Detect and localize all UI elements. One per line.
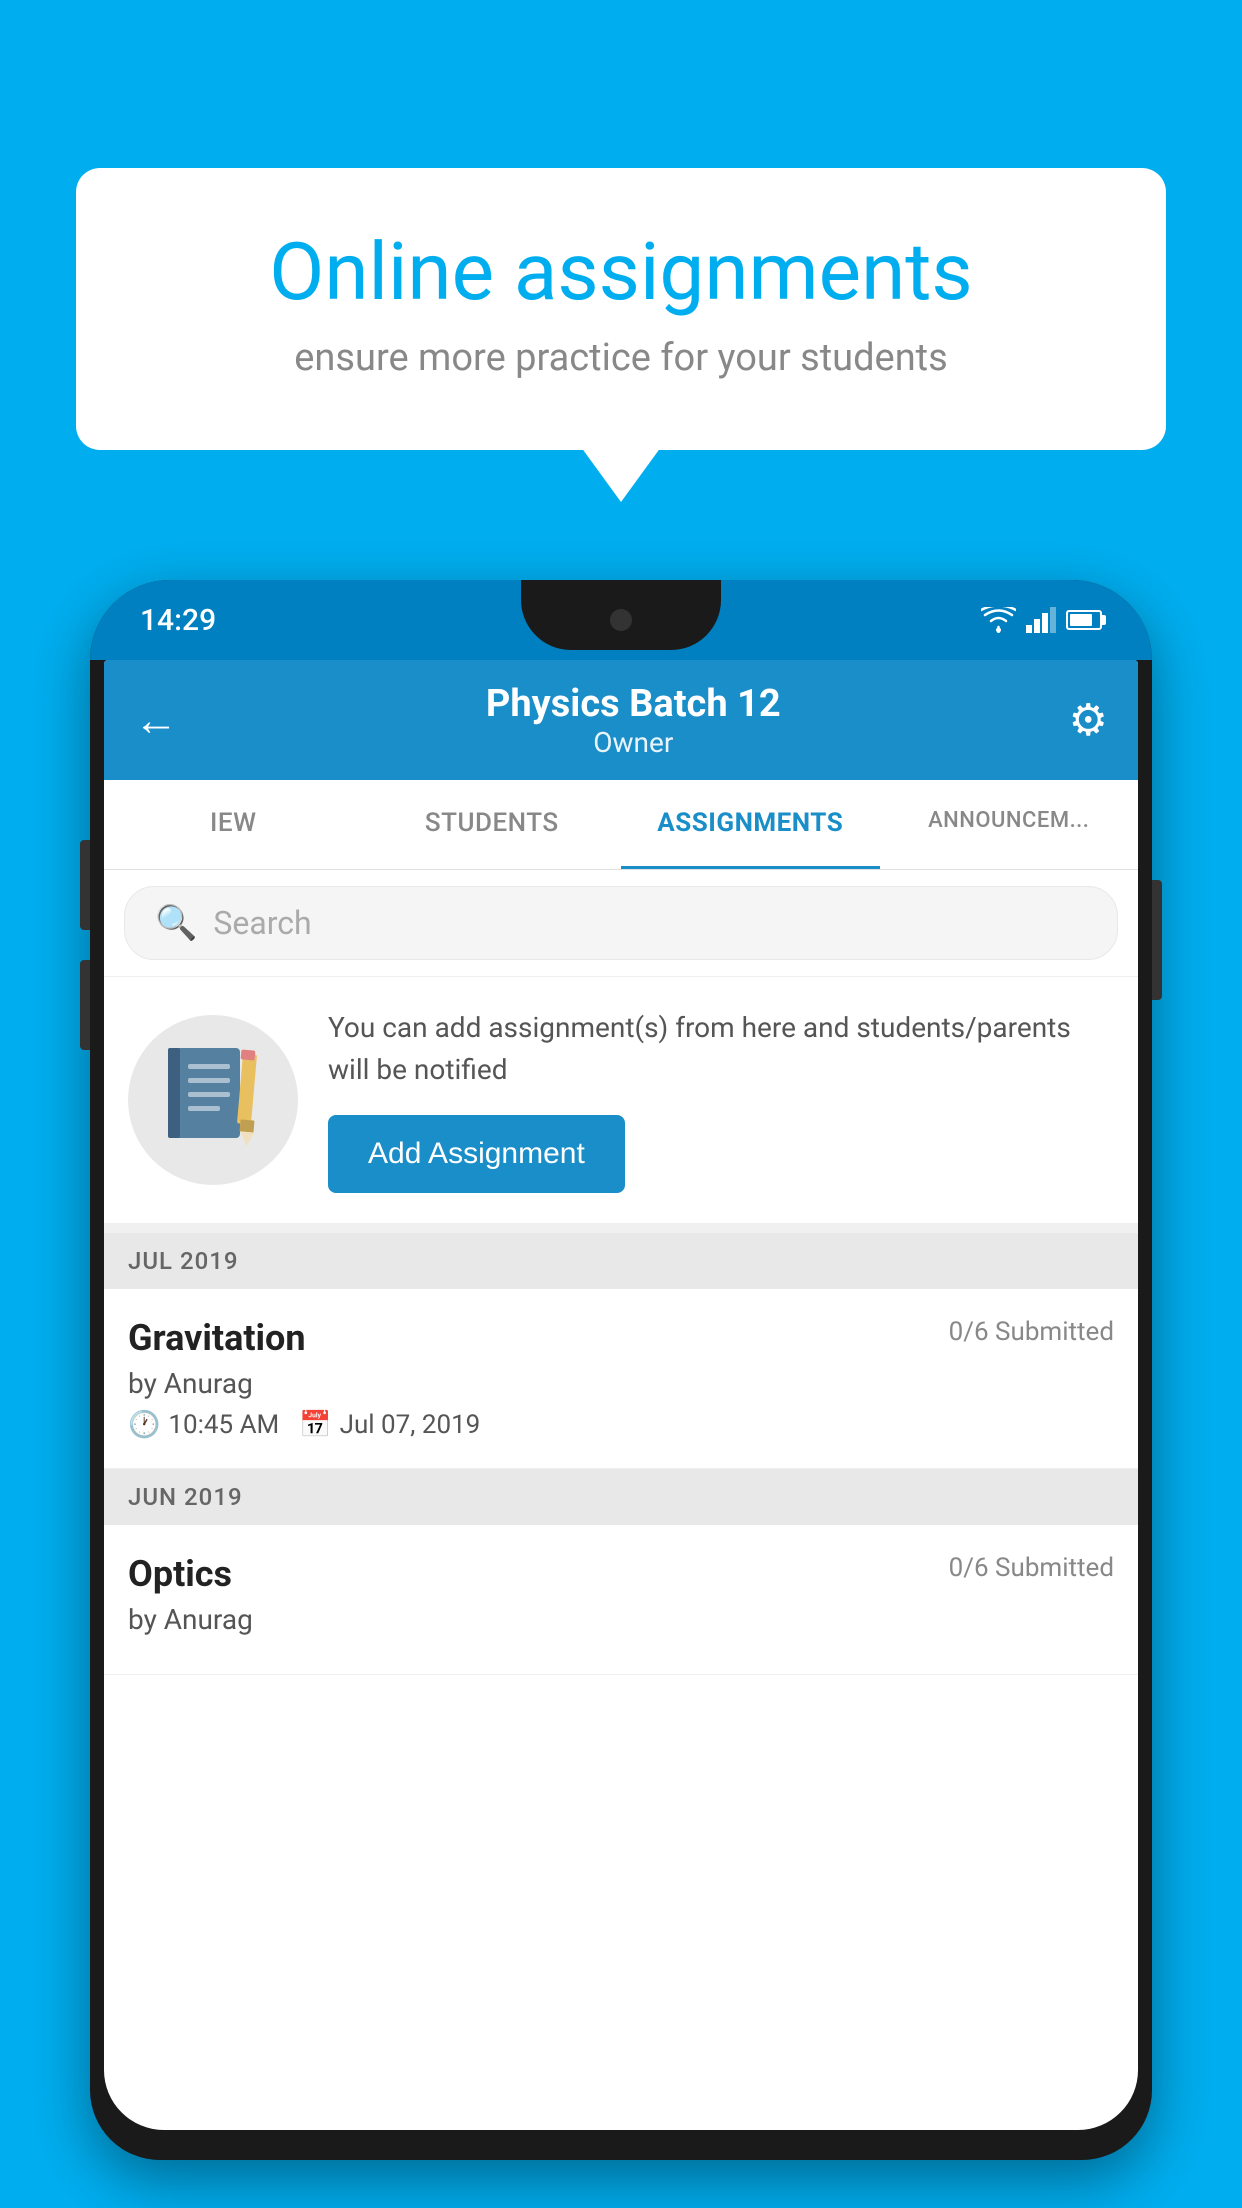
phone-notch [521, 580, 721, 650]
speech-bubble-container: Online assignments ensure more practice … [76, 168, 1166, 450]
app-header: ← Physics Batch 12 Owner ⚙ [104, 660, 1138, 780]
bubble-subtitle: ensure more practice for your students [146, 336, 1096, 380]
search-placeholder: Search [213, 904, 311, 942]
assignment-meta-gravitation: 🕐 10:45 AM 📅 Jul 07, 2019 [128, 1410, 1114, 1440]
header-title-block: Physics Batch 12 Owner [198, 682, 1069, 759]
assignment-name-gravitation: Gravitation [128, 1317, 306, 1359]
battery-icon [1066, 610, 1102, 630]
assignment-submitted-optics: 0/6 Submitted [949, 1553, 1114, 1583]
wifi-icon [981, 607, 1016, 633]
tab-students[interactable]: STUDENTS [363, 780, 622, 869]
add-assignment-button[interactable]: Add Assignment [328, 1115, 625, 1193]
speech-bubble: Online assignments ensure more practice … [76, 168, 1166, 450]
side-button-left-1 [80, 840, 90, 930]
assignment-submitted-gravitation: 0/6 Submitted [949, 1317, 1114, 1347]
search-container: 🔍 Search [104, 870, 1138, 977]
assignment-row1-optics: Optics 0/6 Submitted [128, 1553, 1114, 1595]
assignment-item-optics[interactable]: Optics 0/6 Submitted by Anurag [104, 1525, 1138, 1675]
promo-description: You can add assignment(s) from here and … [328, 1007, 1114, 1091]
assignment-row1: Gravitation 0/6 Submitted [128, 1317, 1114, 1359]
tab-assignments[interactable]: ASSIGNMENTS [621, 780, 880, 869]
promo-icon [128, 1015, 298, 1185]
search-bar[interactable]: 🔍 Search [124, 886, 1118, 960]
clock-icon: 🕐 [128, 1410, 160, 1440]
side-button-right [1152, 880, 1162, 1000]
status-bar: 14:29 [90, 580, 1152, 660]
assignment-time-gravitation: 🕐 10:45 AM [128, 1410, 279, 1440]
bubble-title: Online assignments [146, 228, 1096, 316]
side-button-left-2 [80, 960, 90, 1050]
promo-text-block: You can add assignment(s) from here and … [328, 1007, 1114, 1193]
tabs-bar: IEW STUDENTS ASSIGNMENTS ANNOUNCEM... [104, 780, 1138, 870]
month-header-jul: JUL 2019 [104, 1233, 1138, 1289]
calendar-icon: 📅 [299, 1410, 331, 1440]
battery-fill [1070, 614, 1092, 626]
phone-screen: ← Physics Batch 12 Owner ⚙ IEW STUDENTS … [104, 660, 1138, 2130]
back-button[interactable]: ← [134, 694, 178, 746]
assignment-author-gravitation: by Anurag [128, 1367, 1114, 1400]
header-subtitle: Owner [198, 726, 1069, 759]
tab-iew[interactable]: IEW [104, 780, 363, 869]
assignment-date-gravitation: 📅 Jul 07, 2019 [299, 1410, 480, 1440]
phone-container: 14:29 [90, 580, 1152, 2208]
header-title: Physics Batch 12 [198, 682, 1069, 726]
status-icons [981, 607, 1102, 633]
assignment-item-gravitation[interactable]: Gravitation 0/6 Submitted by Anurag 🕐 10… [104, 1289, 1138, 1469]
search-icon: 🔍 [155, 903, 197, 943]
promo-section: You can add assignment(s) from here and … [104, 977, 1138, 1233]
signal-icon [1026, 607, 1056, 633]
assignment-author-optics: by Anurag [128, 1603, 1114, 1636]
notebook-icon [158, 1040, 268, 1160]
phone-outer: 14:29 [90, 580, 1152, 2160]
assignment-name-optics: Optics [128, 1553, 232, 1595]
tab-announcements[interactable]: ANNOUNCEM... [880, 780, 1139, 869]
camera-dot [610, 609, 632, 631]
settings-button[interactable]: ⚙ [1069, 694, 1108, 746]
status-time: 14:29 [140, 603, 216, 638]
month-header-jun: JUN 2019 [104, 1469, 1138, 1525]
